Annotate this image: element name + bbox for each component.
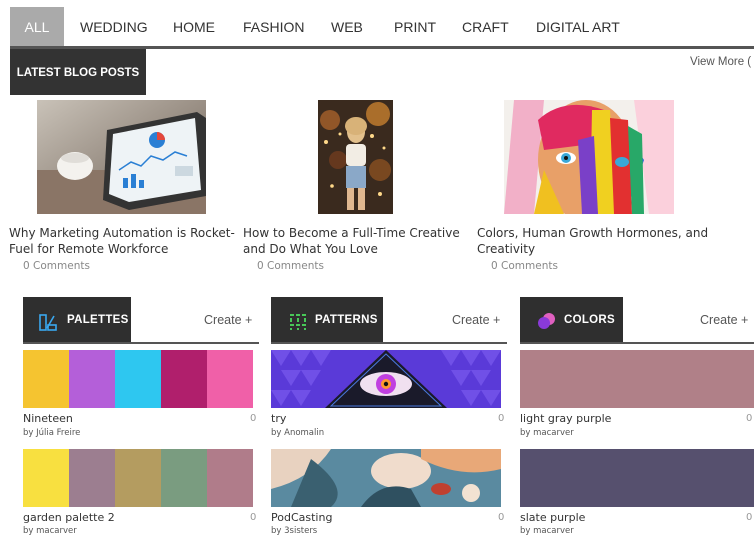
color-author[interactable]: by macarver (520, 428, 574, 438)
palette-swatches[interactable] (23, 449, 253, 507)
palette-color (69, 350, 115, 408)
nav-wedding[interactable]: WEDDING (80, 7, 148, 46)
palette-color (23, 449, 69, 507)
palette-author[interactable]: by macarver (23, 526, 77, 536)
palette-color (23, 350, 69, 408)
palette-color (207, 449, 253, 507)
patterns-divider (271, 342, 507, 344)
post-comments[interactable]: 0 Comments (23, 260, 90, 272)
post-comments[interactable]: 0 Comments (257, 260, 324, 272)
palette-count: 0 (250, 512, 257, 523)
color-swatch[interactable] (520, 449, 754, 507)
palette-author[interactable]: by Júlia Freire (23, 428, 80, 438)
patterns-label: PATTERNS (315, 314, 378, 326)
palette-color (69, 449, 115, 507)
color-swatch[interactable] (520, 350, 754, 408)
palettes-divider (23, 342, 259, 344)
palettes-label: PALETTES (67, 314, 129, 326)
post-comments[interactable]: 0 Comments (491, 260, 558, 272)
palette-name[interactable]: Nineteen (23, 412, 73, 425)
pattern-name[interactable]: try (271, 412, 286, 425)
color-name[interactable]: light gray purple (520, 412, 611, 425)
pattern-name[interactable]: PodCasting (271, 511, 332, 524)
post-title[interactable]: Colors, Human Growth Hormones, and Creat… (477, 226, 713, 257)
color-count: 0 (746, 413, 753, 424)
color-count: 0 (746, 512, 753, 523)
patterns-icon (289, 313, 307, 334)
colors-icon (536, 311, 558, 334)
pattern-author[interactable]: by Anomalin (271, 428, 324, 438)
nav-all[interactable]: ALL (10, 7, 64, 46)
colors-divider (520, 342, 754, 344)
view-more-link[interactable]: View More ( (690, 56, 751, 68)
palettes-icon (38, 312, 58, 335)
post-thumbnail-painted-face[interactable] (504, 100, 674, 214)
palette-color (207, 350, 253, 408)
pattern-author[interactable]: by 3sisters (271, 526, 317, 536)
nav-craft[interactable]: CRAFT (462, 7, 509, 46)
eye-pattern-image (271, 350, 501, 408)
pattern-preview-podcasting[interactable] (271, 449, 501, 507)
latest-blog-posts-heading: LATEST BLOG POSTS (10, 49, 146, 95)
palette-color (115, 449, 161, 507)
palette-color (115, 350, 161, 408)
palette-swatches[interactable] (23, 350, 253, 408)
nav-home[interactable]: HOME (173, 7, 215, 46)
post-title[interactable]: How to Become a Full-Time Creative and D… (243, 226, 479, 257)
post-thumbnail-laptop[interactable] (37, 100, 206, 214)
post-title[interactable]: Why Marketing Automation is Rocket-Fuel … (9, 226, 245, 257)
create-pattern-button[interactable]: Create + (452, 313, 500, 327)
palette-color (161, 350, 207, 408)
nav-web[interactable]: WEB (331, 7, 363, 46)
color-author[interactable]: by macarver (520, 526, 574, 536)
create-color-button[interactable]: Create + (700, 313, 748, 327)
nav-digital-art[interactable]: DIGITAL ART (536, 7, 620, 46)
palette-color (161, 449, 207, 507)
palette-name[interactable]: garden palette 2 (23, 511, 115, 524)
palettes-tab[interactable]: PALETTES (23, 297, 131, 344)
woman-lights-image (318, 100, 393, 214)
colors-tab[interactable]: COLORS (520, 297, 623, 344)
colors-label: COLORS (564, 314, 615, 326)
nav-fashion[interactable]: FASHION (243, 7, 304, 46)
pattern-count: 0 (498, 413, 505, 424)
create-palette-button[interactable]: Create + (204, 313, 252, 327)
color-name[interactable]: slate purple (520, 511, 585, 524)
patterns-tab[interactable]: PATTERNS (271, 297, 383, 344)
painted-face-image (504, 100, 674, 214)
category-nav: ALL WEDDING HOME FASHION WEB PRINT CRAFT… (0, 0, 754, 50)
nav-print[interactable]: PRINT (394, 7, 436, 46)
podcasting-pattern-image (271, 449, 501, 507)
palette-count: 0 (250, 413, 257, 424)
post-thumbnail-woman-lights[interactable] (318, 100, 393, 214)
pattern-count: 0 (498, 512, 505, 523)
pattern-preview-eye[interactable] (271, 350, 501, 408)
laptop-analytics-image (37, 100, 206, 214)
